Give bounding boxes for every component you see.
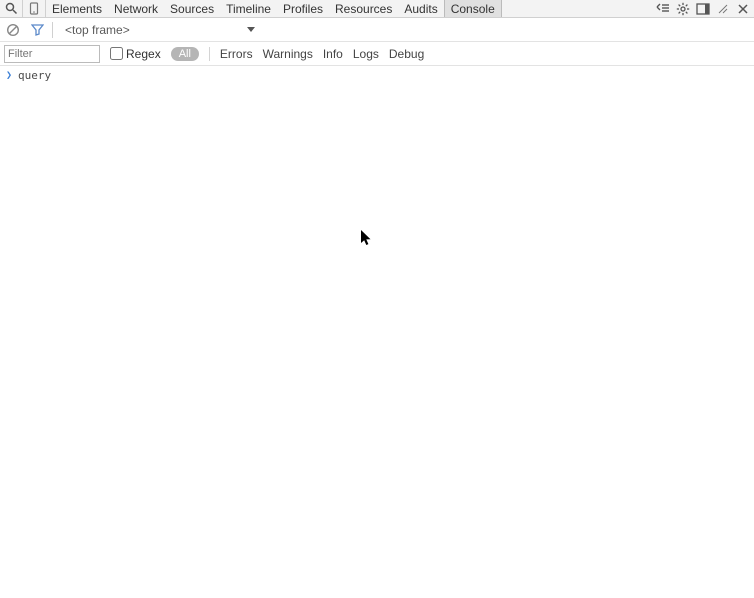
tab-label: Resources	[335, 2, 392, 16]
separator	[209, 47, 210, 61]
execution-context-selector[interactable]: <top frame>	[59, 23, 259, 37]
tab-label: Console	[451, 2, 495, 16]
regex-label: Regex	[126, 47, 161, 61]
tab-label: Sources	[170, 2, 214, 16]
device-mode-icon[interactable]	[23, 2, 45, 16]
tab-resources[interactable]: Resources	[329, 0, 398, 17]
level-logs[interactable]: Logs	[353, 47, 379, 61]
console-filter-input[interactable]	[4, 45, 100, 63]
tab-label: Network	[114, 2, 158, 16]
tab-sources[interactable]: Sources	[164, 0, 220, 17]
close-icon[interactable]	[736, 2, 750, 16]
toggle-drawer-icon[interactable]	[656, 2, 670, 16]
mouse-cursor-icon	[361, 230, 373, 248]
console-prompt-line: ❯	[0, 66, 754, 84]
tab-audits[interactable]: Audits	[398, 0, 443, 17]
tab-timeline[interactable]: Timeline	[220, 0, 277, 17]
level-warnings[interactable]: Warnings	[263, 47, 313, 61]
regex-checkbox[interactable]	[110, 47, 123, 60]
console-input[interactable]	[18, 69, 618, 82]
filter-funnel-icon[interactable]	[28, 21, 46, 39]
top-right-group	[652, 0, 754, 17]
inspect-icon[interactable]	[0, 2, 22, 15]
console-filter-row: Regex All Errors Warnings Info Logs Debu…	[0, 42, 754, 66]
settings-gear-icon[interactable]	[676, 2, 690, 16]
level-info[interactable]: Info	[323, 47, 343, 61]
level-errors[interactable]: Errors	[220, 47, 253, 61]
console-panel[interactable]: ❯	[0, 66, 754, 598]
dock-side-icon[interactable]	[696, 2, 710, 16]
chevron-down-icon	[247, 27, 255, 32]
tab-label: Timeline	[226, 2, 271, 16]
top-left-group: Elements Network Sources Timeline Profil…	[0, 0, 502, 17]
clear-console-icon[interactable]	[4, 21, 22, 39]
tab-label: Audits	[404, 2, 437, 16]
frame-label: <top frame>	[65, 23, 130, 37]
tab-console[interactable]: Console	[444, 0, 502, 17]
tab-label: Profiles	[283, 2, 323, 16]
regex-toggle[interactable]: Regex	[110, 47, 161, 61]
tab-label: Elements	[52, 2, 102, 16]
separator	[52, 22, 53, 38]
devtools-tab-bar: Elements Network Sources Timeline Profil…	[0, 0, 754, 18]
level-all[interactable]: All	[171, 47, 199, 61]
console-context-row: <top frame>	[0, 18, 754, 42]
resize-corner-icon[interactable]	[716, 2, 730, 16]
tab-profiles[interactable]: Profiles	[277, 0, 329, 17]
tab-network[interactable]: Network	[108, 0, 164, 17]
level-debug[interactable]: Debug	[389, 47, 424, 61]
prompt-chevron-icon: ❯	[6, 70, 12, 81]
tab-elements[interactable]: Elements	[46, 0, 108, 17]
